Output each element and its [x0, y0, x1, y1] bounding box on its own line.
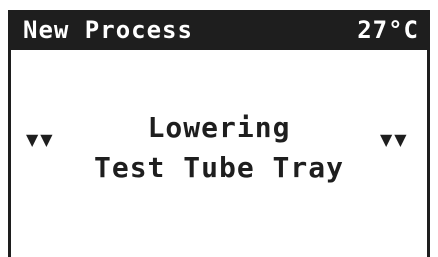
status-message-line-1: Lowering — [147, 111, 291, 144]
status-message: Lowering Test Tube Tray — [11, 108, 427, 188]
page-title: New Process — [23, 16, 193, 44]
lcd-screen: New Process 27°C ▼▼ Lowering Test Tube T… — [0, 0, 438, 257]
status-message-line-2: Test Tube Tray — [93, 151, 344, 184]
down-arrows-right-icon: ▼▼ — [380, 130, 409, 149]
header-bar: New Process 27°C — [11, 10, 427, 50]
temperature-readout: 27°C — [357, 16, 419, 44]
screen-right-border — [427, 10, 430, 257]
screen-top-margin — [0, 0, 438, 10]
